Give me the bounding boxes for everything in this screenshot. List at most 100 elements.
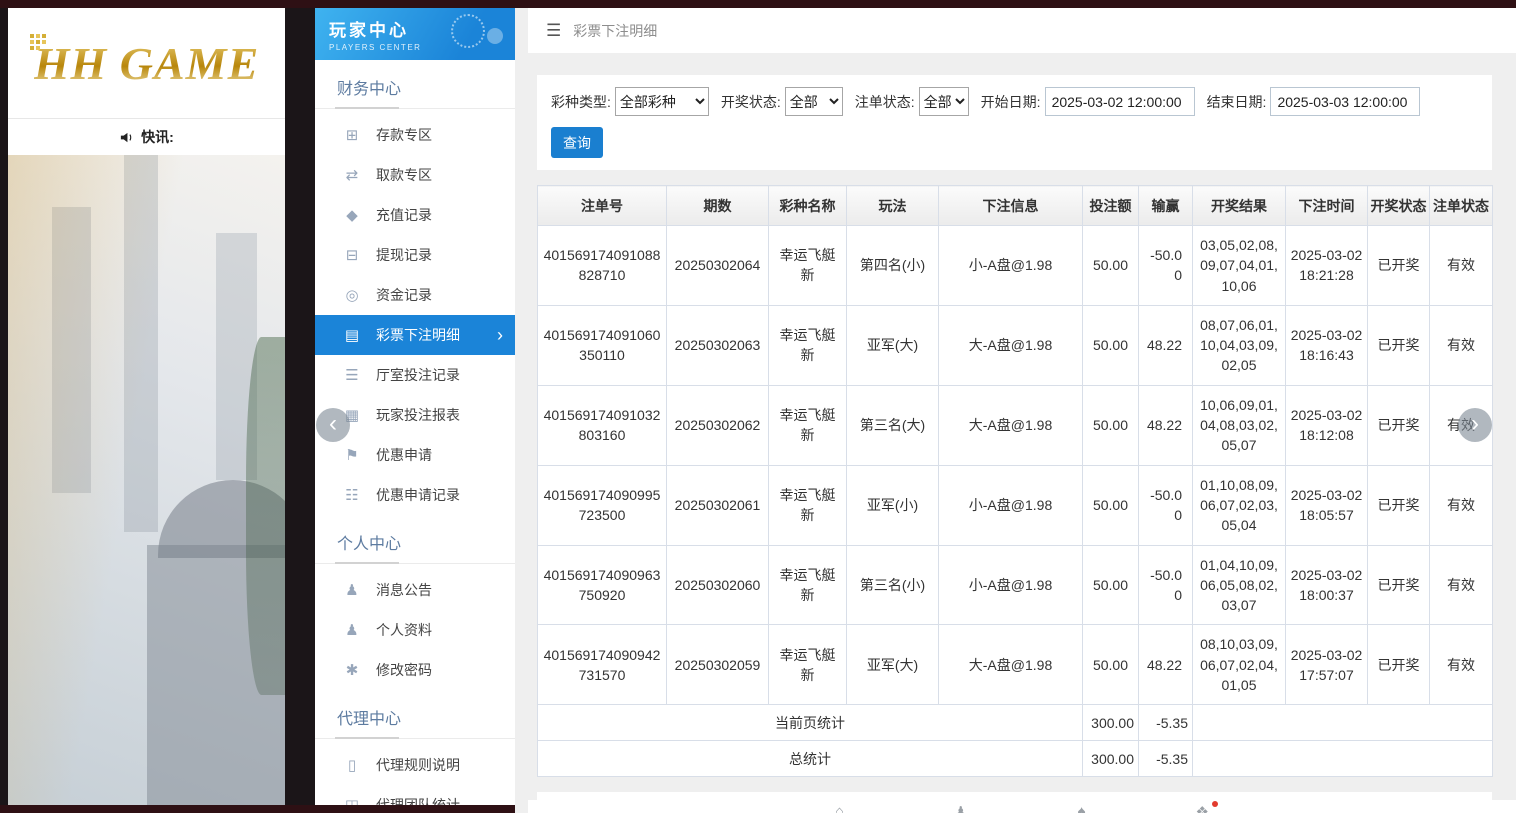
summary-label: 当前页统计 — [538, 705, 1083, 741]
cell-amount: 50.00 — [1083, 625, 1139, 705]
carousel-prev-button[interactable]: ‹ — [316, 408, 350, 442]
logo-sparkle-icon — [30, 34, 34, 38]
cell-draw_status: 已开奖 — [1368, 305, 1430, 385]
cell-bet_info: 小-A盘@1.98 — [939, 226, 1083, 306]
summary-row: 总统计300.00-5.35 — [538, 741, 1493, 777]
start-date-input[interactable] — [1045, 87, 1195, 116]
deposit-zone-icon: ⊞ — [343, 126, 361, 144]
breadcrumb: 彩票下注明细 — [573, 21, 657, 41]
sidebar-item-label: 优惠申请记录 — [376, 485, 460, 505]
sidebar-section-title: 代理中心 — [315, 690, 515, 739]
cell-bet_no: 401569174090942731570 — [538, 625, 667, 705]
cell-play: 亚军(大) — [847, 305, 939, 385]
sidebar-item-agent-team-stats[interactable]: ◫代理团队统计 — [315, 785, 515, 805]
sidebar-item-funds-records[interactable]: ◎资金记录 — [315, 275, 515, 315]
news-label: 快讯: — [141, 127, 174, 147]
cell-draw_status: 已开奖 — [1368, 385, 1430, 465]
cell-period: 20250302059 — [667, 625, 769, 705]
start-date-label: 开始日期: — [981, 92, 1041, 112]
cell-lottery: 幸运飞艇新 — [769, 226, 847, 306]
cell-lottery: 幸运飞艇新 — [769, 545, 847, 625]
hall-bet-records-icon: ☰ — [343, 366, 361, 384]
players-center-header: 玩家中心 PLAYERS CENTER — [315, 8, 515, 60]
sidebar-item-hall-bet-records[interactable]: ☰ 厅室投注记录 — [315, 355, 515, 395]
sidebar-item-deposit-zone[interactable]: ⊞存款专区 — [315, 115, 515, 155]
notification-badge — [1212, 801, 1218, 807]
sidebar-item-label: 资金记录 — [376, 285, 432, 305]
cell-lottery: 幸运飞艇新 — [769, 625, 847, 705]
bet-status-select[interactable]: 全部 — [919, 87, 969, 116]
table-row: 40156917409099572350020250302061幸运飞艇新亚军(… — [538, 465, 1493, 545]
change-password-icon: ✱ — [343, 661, 361, 679]
end-date-input[interactable] — [1270, 87, 1420, 116]
table-row: 40156917409106035011020250302063幸运飞艇新亚军(… — [538, 305, 1493, 385]
sidebar-item-lottery-bet-details[interactable]: ▤彩票下注明细› — [315, 315, 515, 355]
logo[interactable]: HH GAME — [8, 8, 285, 118]
cell-bet_status: 有效 — [1430, 226, 1493, 306]
cell-period: 20250302064 — [667, 226, 769, 306]
cell-period: 20250302060 — [667, 545, 769, 625]
footer-promo-icon[interactable]: ❖ — [1196, 803, 1209, 813]
chevron-right-icon: › — [497, 326, 503, 344]
cell-bet_no: 401569174090995723500 — [538, 465, 667, 545]
menu-icon[interactable]: ☰ — [546, 21, 561, 41]
cell-result: 10,06,09,01,04,08,03,02,05,07 — [1193, 385, 1286, 465]
footer-home-icon[interactable]: ⌂ — [835, 803, 844, 813]
table-row: 40156917409094273157020250302059幸运飞艇新亚军(… — [538, 625, 1493, 705]
sidebar-item-agent-rules[interactable]: ▯代理规则说明 — [315, 745, 515, 785]
sidebar-item-label: 优惠申请 — [376, 445, 432, 465]
sidebar-item-profile[interactable]: ♟个人资料 — [315, 610, 515, 650]
cell-lottery: 幸运飞艇新 — [769, 465, 847, 545]
cell-result: 01,10,08,09,06,07,02,03,05,04 — [1193, 465, 1286, 545]
column-header-bet_no: 注单号 — [538, 186, 667, 226]
carousel-next-button[interactable]: › — [1458, 408, 1492, 442]
sidebar-item-label: 消息公告 — [376, 580, 432, 600]
summary-empty — [1193, 705, 1493, 741]
topbar: ☰ 彩票下注明细 — [528, 8, 1516, 53]
summary-bet-total: 300.00 — [1083, 741, 1139, 777]
sidebar-item-promo-apply[interactable]: ⚑优惠申请 — [315, 435, 515, 475]
cell-win_loss: -50.00 — [1139, 226, 1193, 306]
table-row: 40156917409103280316020250302062幸运飞艇新第三名… — [538, 385, 1493, 465]
draw-status-label: 开奖状态: — [721, 92, 781, 112]
cell-bet_info: 小-A盘@1.98 — [939, 465, 1083, 545]
lottery-type-select[interactable]: 全部彩种 — [615, 87, 709, 116]
sidebar-item-messages[interactable]: ♟消息公告 — [315, 570, 515, 610]
sidebar-item-change-password[interactable]: ✱修改密码 — [315, 650, 515, 690]
cell-bet_no: 401569174091032803160 — [538, 385, 667, 465]
draw-status-select[interactable]: 全部 — [785, 87, 843, 116]
summary-empty — [1193, 741, 1493, 777]
header-deco-circle-icon — [451, 14, 485, 48]
table-header-row: 注单号期数彩种名称玩法下注信息投注额输赢开奖结果下注时间开奖状态注单状态 — [538, 186, 1493, 226]
sidebar-item-withdraw-zone[interactable]: ⇄取款专区 — [315, 155, 515, 195]
sidebar-item-label: 彩票下注明细 — [376, 325, 460, 345]
search-button[interactable]: 查询 — [551, 127, 603, 158]
recharge-records-icon: ◆ — [343, 206, 361, 224]
sidebar-item-label: 厅室投注记录 — [376, 365, 460, 385]
cell-bet_status: 有效 — [1430, 465, 1493, 545]
header-deco-dot-icon — [487, 28, 503, 44]
cell-period: 20250302063 — [667, 305, 769, 385]
cell-result: 08,10,03,09,06,07,02,04,01,05 — [1193, 625, 1286, 705]
summary-label: 总统计 — [538, 741, 1083, 777]
cell-draw_status: 已开奖 — [1368, 465, 1430, 545]
sidebar-item-withdrawal-records[interactable]: ⊟提现记录 — [315, 235, 515, 275]
bet-table: 注单号期数彩种名称玩法下注信息投注额输赢开奖结果下注时间开奖状态注单状态 401… — [537, 185, 1493, 777]
sidebar-item-recharge-records[interactable]: ◆充值记录 — [315, 195, 515, 235]
cell-result: 03,05,02,08,09,07,04,01,10,06 — [1193, 226, 1286, 306]
sidebar-item-label: 玩家投注报表 — [376, 405, 460, 425]
table-row: 40156917409096375092020250302060幸运飞艇新第三名… — [538, 545, 1493, 625]
footer-users-icon[interactable]: ♟ — [954, 803, 967, 813]
cell-win_loss: 48.22 — [1139, 385, 1193, 465]
cell-win_loss: 48.22 — [1139, 625, 1193, 705]
sidebar-item-label: 代理规则说明 — [376, 755, 460, 775]
cell-bet_status: 有效 — [1430, 625, 1493, 705]
agent-team-stats-icon: ◫ — [343, 796, 361, 805]
cell-amount: 50.00 — [1083, 545, 1139, 625]
lottery-type-label: 彩种类型: — [551, 92, 611, 112]
footer-games-icon[interactable]: ♠ — [1078, 803, 1086, 813]
cell-bet_time: 2025-03-02 18:00:37 — [1286, 545, 1368, 625]
cell-result: 08,07,06,01,10,04,03,09,02,05 — [1193, 305, 1286, 385]
sidebar-item-promo-apply-records[interactable]: ☷优惠申请记录 — [315, 475, 515, 515]
cell-bet_time: 2025-03-02 18:05:57 — [1286, 465, 1368, 545]
